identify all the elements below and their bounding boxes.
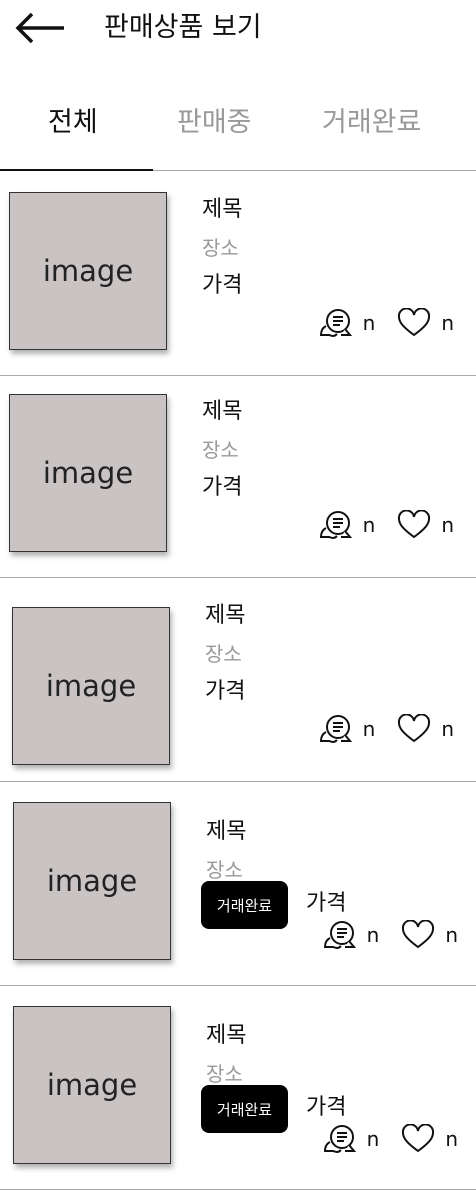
image-placeholder-label: image [42,456,134,490]
status-badge: 거래완료 [201,1085,288,1133]
page-title: 판매상품 보기 [104,12,262,43]
like-count: n [445,923,458,947]
header: 판매상품 보기 [0,0,476,60]
tab-bar: 전체 판매중 거래완료 [0,95,476,171]
heart-icon[interactable] [397,714,431,744]
product-image: image [13,802,171,960]
like-count: n [445,1127,458,1151]
chat-count: n [362,513,376,537]
heart-icon[interactable] [401,1124,435,1154]
item-price: 가격 [205,679,246,704]
chat-icon [323,918,357,952]
like-count: n [441,311,454,335]
item-price: 가격 [202,273,243,298]
item-location: 장소 [205,642,242,666]
like-count: n [441,513,454,537]
chat-count: n [366,1127,380,1151]
like-count: n [441,717,454,741]
chat-icon [319,508,353,542]
item-location: 장소 [206,858,243,882]
item-location: 장소 [206,1062,243,1086]
list-item[interactable]: image 제목 장소 거래완료 가격 n n [0,986,476,1190]
heart-icon[interactable] [401,920,435,950]
item-title: 제목 [205,603,246,628]
image-placeholder-label: image [46,1068,138,1102]
chat-count: n [366,923,380,947]
item-price: 가격 [202,475,243,500]
heart-icon[interactable] [397,308,431,338]
item-stats: n n [319,508,454,542]
back-button[interactable] [12,8,68,48]
tab-selling[interactable]: 판매중 [177,103,252,143]
item-price: 가격 [306,1095,347,1120]
list-item[interactable]: image 제목 장소 가격 n n [0,172,476,376]
item-stats: n n [319,712,454,746]
arrow-left-icon [15,12,64,44]
product-image: image [9,192,167,350]
item-title: 제목 [202,197,243,222]
list-item[interactable]: image 제목 장소 거래완료 가격 n n [0,782,476,986]
item-title: 제목 [206,1023,247,1048]
image-placeholder-label: image [42,254,134,288]
product-image: image [9,394,167,552]
heart-icon[interactable] [397,510,431,540]
list-item[interactable]: image 제목 장소 가격 n n [0,578,476,782]
image-placeholder-label: image [45,669,137,703]
chat-icon [323,1122,357,1156]
list-item[interactable]: image 제목 장소 가격 n n [0,374,476,578]
item-stats: n n [323,918,458,952]
image-placeholder-label: image [46,864,138,898]
chat-count: n [362,311,376,335]
chat-count: n [362,717,376,741]
chat-icon [319,712,353,746]
item-location: 장소 [202,438,239,462]
item-stats: n n [323,1122,458,1156]
item-title: 제목 [206,819,247,844]
item-stats: n n [319,306,454,340]
tab-all[interactable]: 전체 [48,103,98,143]
product-image: image [13,1006,171,1164]
item-title: 제목 [202,399,243,424]
active-tab-indicator [0,169,153,171]
item-price: 가격 [306,891,347,916]
item-location: 장소 [202,236,239,260]
product-image: image [12,607,170,765]
status-badge: 거래완료 [201,881,288,929]
chat-icon [319,306,353,340]
tab-completed[interactable]: 거래완료 [322,103,421,143]
